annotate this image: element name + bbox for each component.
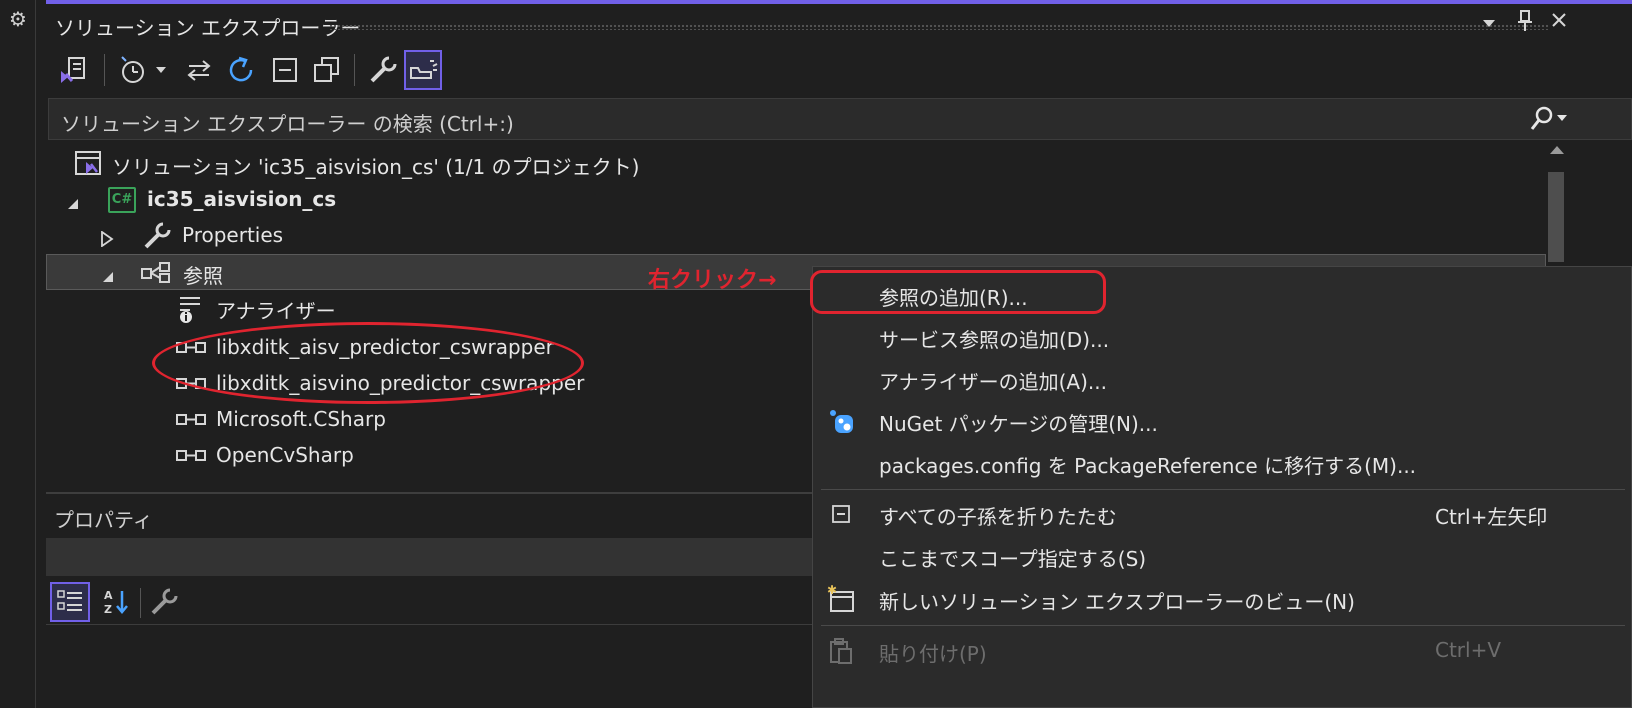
property-pages-icon[interactable] bbox=[144, 582, 184, 622]
tree-item-properties[interactable]: Properties bbox=[46, 218, 1546, 254]
alphabetical-sort-icon[interactable]: AZ bbox=[96, 582, 136, 622]
panel-toolbar bbox=[46, 46, 1632, 94]
tree-item-analyzers-label: アナライザー bbox=[216, 299, 336, 323]
menu-item-shortcut: Ctrl+左矢印 bbox=[1435, 505, 1548, 529]
tree-item-solution-label: ソリューション 'ic35_aisvision_cs' (1/1 のプロジェクト… bbox=[112, 155, 640, 179]
search-input[interactable]: ソリューション エクスプローラー の検索 (Ctrl+:) bbox=[48, 98, 1632, 140]
panel-title: ソリューション エクスプローラー bbox=[55, 16, 361, 40]
menu-item-label: 新しいソリューション エクスプローラーのビュー(N) bbox=[879, 590, 1355, 614]
sync-with-active-document-icon[interactable] bbox=[180, 50, 218, 90]
menu-separator bbox=[821, 489, 1625, 490]
menu-item-label: すべての子孫を折りたたむ bbox=[879, 505, 1117, 529]
svg-text:Z: Z bbox=[104, 603, 112, 616]
left-tool-strip: ⚙ bbox=[0, 0, 36, 708]
menu-item-label: アナライザーの追加(A)... bbox=[879, 370, 1107, 394]
toolbar-separator bbox=[354, 54, 355, 86]
menu-item-add-service-reference[interactable]: サービス参照の追加(D)... bbox=[813, 315, 1632, 357]
chevron-down-icon[interactable] bbox=[150, 50, 172, 90]
menu-item-collapse-all-descendants[interactable]: すべての子孫を折りたたむ Ctrl+左矢印 bbox=[813, 492, 1632, 534]
tree-item-properties-label: Properties bbox=[182, 223, 284, 247]
refresh-icon[interactable] bbox=[222, 50, 260, 90]
menu-item-add-reference[interactable]: 参照の追加(R)... bbox=[813, 273, 1632, 315]
scroll-thumb[interactable] bbox=[1548, 172, 1564, 262]
menu-item-paste[interactable]: 貼り付け(P) Ctrl+V bbox=[813, 629, 1632, 671]
context-menu: 参照の追加(R)... サービス参照の追加(D)... アナライザーの追加(A)… bbox=[812, 266, 1632, 708]
preview-selected-items-icon[interactable] bbox=[404, 50, 442, 90]
references-icon bbox=[141, 261, 173, 288]
right-click-annotation: 右クリック→ bbox=[648, 268, 777, 293]
menu-item-new-explorer-view[interactable]: ✱ 新しいソリューション エクスプローラーのビュー(N) bbox=[813, 577, 1632, 619]
gear-icon[interactable]: ⚙ bbox=[9, 9, 29, 29]
copy-views-icon[interactable] bbox=[308, 50, 346, 90]
svg-text:✱: ✱ bbox=[827, 585, 837, 597]
menu-item-label: packages.config を PackageReference に移行する… bbox=[879, 454, 1417, 478]
analyzer-icon bbox=[176, 294, 206, 329]
collapse-all-icon[interactable] bbox=[266, 50, 304, 90]
menu-item-scope-to-this[interactable]: ここまでスコープ指定する(S) bbox=[813, 534, 1632, 576]
toolbar-separator bbox=[104, 54, 105, 86]
tree-item-references-label: 参照 bbox=[183, 264, 223, 288]
assembly-reference-icon bbox=[176, 374, 208, 399]
expanded-caret-icon[interactable] bbox=[66, 192, 80, 209]
properties-toolbar-separator bbox=[140, 588, 141, 618]
menu-item-label: 参照の追加(R)... bbox=[879, 286, 1028, 310]
properties-title: プロパティ bbox=[54, 508, 153, 532]
svg-text:A: A bbox=[104, 589, 113, 602]
tree-item-project[interactable]: C# ic35_aisvision_cs bbox=[46, 182, 1546, 218]
assembly-reference-icon bbox=[176, 410, 208, 435]
menu-item-migrate-packages[interactable]: packages.config を PackageReference に移行する… bbox=[813, 441, 1632, 483]
tree-item-reference-label: OpenCvSharp bbox=[216, 443, 354, 467]
expanded-caret-icon[interactable] bbox=[101, 265, 115, 282]
assembly-reference-icon bbox=[176, 338, 208, 363]
menu-item-shortcut: Ctrl+V bbox=[1435, 638, 1502, 662]
wrench-icon[interactable] bbox=[364, 50, 402, 90]
new-view-icon: ✱ bbox=[827, 585, 855, 613]
collapse-all-icon bbox=[827, 500, 855, 528]
menu-item-label: サービス参照の追加(D)... bbox=[879, 328, 1110, 352]
titlebar-grip[interactable] bbox=[329, 24, 1549, 30]
pin-icon[interactable] bbox=[1512, 10, 1538, 36]
menu-item-label: NuGet パッケージの管理(N)... bbox=[879, 412, 1158, 436]
menu-item-add-analyzer[interactable]: アナライザーの追加(A)... bbox=[813, 357, 1632, 399]
assembly-reference-icon bbox=[176, 446, 208, 471]
switch-views-icon[interactable] bbox=[54, 50, 92, 90]
dropdown-arrow-icon[interactable] bbox=[1476, 10, 1502, 36]
tree-item-reference-label: libxditk_aisvino_predictor_cswrapper bbox=[216, 371, 585, 395]
nuget-icon bbox=[827, 407, 855, 435]
menu-item-label: ここまでスコープ指定する(S) bbox=[879, 547, 1147, 571]
tree-item-reference-label: Microsoft.CSharp bbox=[216, 407, 386, 431]
menu-separator bbox=[821, 625, 1625, 626]
categorized-view-icon[interactable] bbox=[50, 582, 90, 622]
solution-icon bbox=[74, 150, 104, 183]
wrench-icon bbox=[142, 221, 172, 256]
collapsed-caret-icon[interactable] bbox=[100, 228, 114, 248]
search-icon[interactable] bbox=[1529, 105, 1569, 133]
menu-item-label: 貼り付け(P) bbox=[879, 642, 987, 666]
tree-item-solution[interactable]: ソリューション 'ic35_aisvision_cs' (1/1 のプロジェクト… bbox=[46, 146, 1546, 182]
search-placeholder: ソリューション エクスプローラー の検索 (Ctrl+:) bbox=[61, 112, 514, 136]
panel-titlebar: ソリューション エクスプローラー bbox=[46, 4, 1632, 42]
tree-item-project-label: ic35_aisvision_cs bbox=[147, 187, 337, 211]
menu-item-manage-nuget[interactable]: NuGet パッケージの管理(N)... bbox=[813, 399, 1632, 441]
close-icon[interactable] bbox=[1546, 10, 1572, 36]
scroll-up-arrow-icon[interactable] bbox=[1550, 146, 1564, 154]
tree-item-reference-label: libxditk_aisv_predictor_cswrapper bbox=[216, 335, 554, 359]
paste-icon bbox=[827, 637, 855, 665]
pending-changes-filter-icon[interactable] bbox=[114, 50, 152, 90]
csharp-project-icon: C# bbox=[108, 187, 136, 213]
